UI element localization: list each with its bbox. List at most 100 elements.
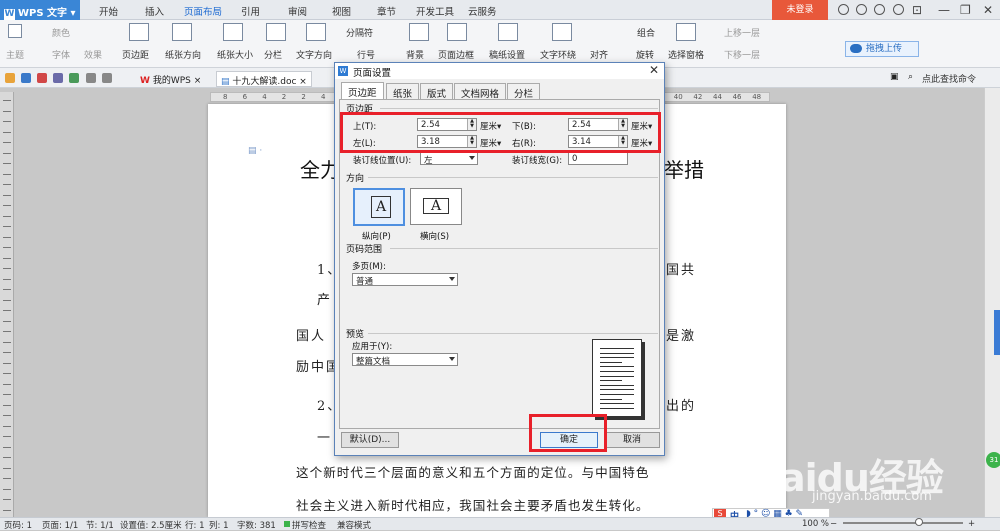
- margin-icon[interactable]: [129, 23, 149, 41]
- zoom-slider[interactable]: [843, 522, 963, 524]
- tab-my-wps[interactable]: W 我的WPS ×: [136, 71, 205, 87]
- share-icon[interactable]: [874, 4, 885, 15]
- columns-icon[interactable]: [266, 23, 286, 41]
- tab-chapter[interactable]: 章节: [377, 4, 396, 18]
- tab-layout[interactable]: 版式: [420, 83, 454, 100]
- draft-paper-button[interactable]: 稿纸设置: [489, 48, 525, 61]
- multiple-pages-select[interactable]: 普通: [352, 273, 458, 287]
- draft-paper-icon[interactable]: [498, 23, 518, 41]
- gutter-width-input[interactable]: 0: [568, 152, 628, 165]
- open-icon[interactable]: [5, 73, 15, 83]
- spell-check-button[interactable]: 拼写检查: [284, 519, 326, 531]
- zoom-in-button[interactable]: +: [968, 519, 975, 529]
- portrait-option[interactable]: A: [353, 188, 405, 226]
- app-name: WPS 文字: [18, 8, 68, 19]
- columns-button[interactable]: 分栏: [264, 48, 282, 61]
- bring-forward-button[interactable]: 上移一层: [724, 26, 760, 39]
- cloud-upload-button[interactable]: 拖拽上传: [845, 41, 919, 57]
- app-menu-button[interactable]: W WPS 文字 ▾: [0, 0, 80, 20]
- orientation-button[interactable]: 纸张方向: [165, 48, 201, 61]
- zoom-level[interactable]: 100 %: [802, 519, 829, 529]
- settings-icon[interactable]: [856, 4, 867, 15]
- select-pane-icon[interactable]: [676, 23, 696, 41]
- line-number-button[interactable]: 行号: [357, 48, 375, 61]
- vertical-ruler[interactable]: [0, 92, 14, 517]
- close-tab-icon[interactable]: ×: [194, 76, 202, 86]
- zoom-slider-handle[interactable]: [915, 518, 923, 526]
- text-direction-button[interactable]: 文字方向: [296, 48, 332, 61]
- text-direction-icon[interactable]: [306, 23, 326, 41]
- page-border-button[interactable]: 页面边框: [438, 48, 474, 61]
- login-button[interactable]: 未登录: [772, 0, 828, 20]
- ruler-tick-mark: [3, 415, 11, 416]
- scrollbar-thumb[interactable]: [994, 310, 1000, 355]
- ruler-tick-mark: [3, 215, 11, 217]
- save-icon[interactable]: [21, 73, 31, 83]
- pin-icon[interactable]: ⊡: [912, 3, 922, 17]
- group-button[interactable]: 组合: [637, 26, 655, 39]
- margin-button[interactable]: 页边距: [122, 48, 149, 61]
- tab-review[interactable]: 审阅: [288, 4, 307, 18]
- tab-margins[interactable]: 页边距: [341, 82, 384, 100]
- text-wrap-icon[interactable]: [552, 23, 572, 41]
- tab-home[interactable]: 开始: [99, 4, 118, 18]
- default-button[interactable]: 默认(D)...: [341, 432, 399, 448]
- ruler-tick-label: 42: [693, 93, 703, 101]
- maximize-button[interactable]: ❐: [960, 3, 971, 17]
- cancel-button[interactable]: 取消: [604, 432, 660, 448]
- text-wrap-button[interactable]: 文字环绕: [540, 48, 576, 61]
- paper-size-button[interactable]: 纸张大小: [217, 48, 253, 61]
- undo-icon[interactable]: [86, 73, 96, 83]
- background-icon[interactable]: [409, 23, 429, 41]
- cloud-icon: [850, 44, 862, 53]
- align-button[interactable]: 对齐: [590, 48, 608, 61]
- send-backward-button[interactable]: 下移一层: [724, 48, 760, 61]
- preview-text-line: [600, 384, 634, 386]
- tab-columns[interactable]: 分栏: [507, 83, 541, 100]
- preview-text-line: [600, 398, 622, 400]
- ruler-tick-mark: [3, 373, 11, 374]
- redo-icon[interactable]: [102, 73, 112, 83]
- rotate-button[interactable]: 旋转: [636, 48, 654, 61]
- page-border-icon[interactable]: [447, 23, 467, 41]
- close-window-button[interactable]: ✕: [983, 3, 993, 17]
- ruler-tick-mark: [3, 110, 11, 112]
- orientation-icon[interactable]: [172, 23, 192, 41]
- color-button[interactable]: 颜色: [52, 26, 70, 39]
- theme-icon[interactable]: [8, 24, 22, 38]
- minimize-button[interactable]: —: [938, 3, 950, 17]
- search-command-input[interactable]: 点此查找命令: [922, 72, 976, 85]
- ruler-tick-label: 4: [321, 93, 326, 101]
- page-range-section-label: 页码范围: [346, 245, 383, 255]
- tab-insert[interactable]: 插入: [145, 4, 164, 18]
- tab-paper[interactable]: 纸张: [386, 83, 420, 100]
- dialog-close-button[interactable]: ✕: [649, 63, 659, 77]
- theme-button[interactable]: 主题: [6, 48, 24, 61]
- print-icon[interactable]: [53, 73, 63, 83]
- tab-view[interactable]: 视图: [332, 4, 351, 18]
- export-pdf-icon[interactable]: [37, 73, 47, 83]
- skin-icon[interactable]: [838, 4, 849, 15]
- preview-icon[interactable]: [69, 73, 79, 83]
- font-theme-button[interactable]: 字体: [52, 48, 70, 61]
- background-button[interactable]: 背景: [406, 48, 424, 61]
- status-row: 行: 1: [185, 521, 205, 531]
- close-tab-icon[interactable]: ×: [299, 77, 307, 87]
- tab-document[interactable]: ▤ 十九大解读.doc ×: [216, 71, 312, 87]
- gutter-position-select[interactable]: 左: [420, 152, 478, 166]
- tab-menu-icon[interactable]: ▣: [890, 72, 899, 82]
- effect-button[interactable]: 效果: [84, 48, 102, 61]
- ruler-tick-mark: [3, 205, 11, 206]
- select-pane-button[interactable]: 选择窗格: [668, 48, 704, 61]
- tab-references[interactable]: 引用: [241, 4, 260, 18]
- help-icon[interactable]: [893, 4, 904, 15]
- paper-size-icon[interactable]: [223, 23, 243, 41]
- tab-developer[interactable]: 开发工具: [416, 4, 454, 18]
- zoom-out-button[interactable]: −: [830, 519, 837, 529]
- breaks-button[interactable]: 分隔符: [346, 26, 373, 39]
- ruler-tick-mark: [3, 436, 11, 437]
- tab-document-grid[interactable]: 文档网格: [454, 83, 507, 100]
- tab-cloud-service[interactable]: 云服务: [468, 4, 497, 18]
- apply-to-select[interactable]: 整篇文档: [352, 353, 458, 367]
- landscape-option[interactable]: A: [410, 188, 462, 225]
